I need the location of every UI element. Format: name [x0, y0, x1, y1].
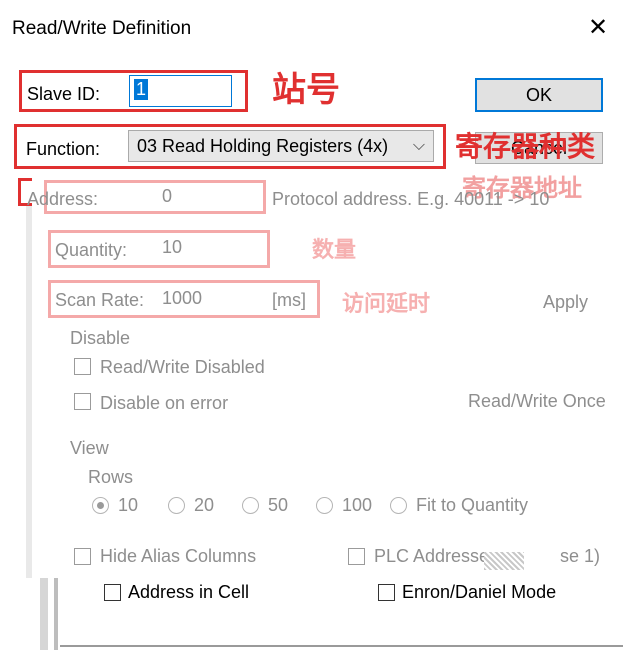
- rows-option-10: 10: [118, 495, 139, 515]
- radio-selected-dot: [97, 502, 104, 509]
- glitch-artifact: [484, 552, 524, 570]
- apply-button[interactable]: Apply: [543, 292, 588, 313]
- close-icon[interactable]: ✕: [584, 14, 612, 42]
- bottom-divider: [60, 645, 623, 647]
- ok-button[interactable]: OK: [475, 78, 603, 112]
- plc-addresses-label: PLC Addresse: [374, 546, 490, 566]
- rows-option-100: 100: [342, 495, 373, 515]
- rows-radio-50[interactable]: [242, 497, 259, 514]
- chevron-down-icon: ⌵: [412, 137, 425, 154]
- address-label: Address:: [27, 189, 99, 209]
- disable-on-error-label: Disable on error: [100, 393, 229, 413]
- panel-bottom-edge-inner: [54, 578, 58, 650]
- function-annotation: 寄存器种类: [455, 131, 596, 162]
- scan-rate-label: Scan Rate:: [55, 290, 145, 310]
- rows-radio-10[interactable]: [92, 497, 109, 514]
- scan-rate-input[interactable]: 1000: [162, 288, 202, 309]
- hide-alias-columns-checkbox[interactable]: [74, 548, 91, 565]
- disable-on-error-checkbox[interactable]: [74, 393, 91, 410]
- slave-id-input[interactable]: 1: [129, 75, 232, 107]
- panel-left-edge: [26, 206, 32, 578]
- rows-radio-fit[interactable]: [390, 497, 407, 514]
- rows-option-50: 50: [268, 495, 289, 515]
- quantity-label: Quantity:: [55, 240, 128, 260]
- view-group-label: View: [70, 438, 109, 458]
- function-label: Function:: [26, 139, 101, 159]
- enron-daniel-mode-checkbox[interactable]: [378, 584, 395, 601]
- enron-daniel-mode-label: Enron/Daniel Mode: [402, 582, 557, 602]
- function-select[interactable]: 03 Read Holding Registers (4x) ⌵: [128, 130, 434, 162]
- quantity-input[interactable]: 10: [162, 237, 182, 258]
- quantity-annotation: 数量: [312, 237, 357, 262]
- function-selected-value: 03 Read Holding Registers (4x): [137, 136, 389, 156]
- read-write-disabled-label: Read/Write Disabled: [100, 357, 265, 377]
- panel-bottom-edge: [40, 578, 48, 650]
- read-write-disabled-checkbox[interactable]: [74, 358, 91, 375]
- rows-radio-100[interactable]: [316, 497, 333, 514]
- rows-option-fit: Fit to Quantity: [416, 495, 529, 515]
- scan-rate-unit: [ms]: [272, 290, 306, 310]
- address-hint: Protocol address. E.g. 40011 -> 10: [272, 189, 550, 209]
- window-title: Read/Write Definition: [12, 18, 192, 39]
- slave-id-annotation: 站号: [272, 71, 340, 109]
- rows-option-20: 20: [194, 495, 215, 515]
- disable-group-label: Disable: [70, 328, 131, 348]
- rows-radio-20[interactable]: [168, 497, 185, 514]
- hide-alias-columns-label: Hide Alias Columns: [100, 546, 257, 566]
- plc-addresses-checkbox[interactable]: [348, 548, 365, 565]
- address-in-cell-label: Address in Cell: [128, 582, 250, 602]
- read-write-once-button[interactable]: Read/Write Once: [468, 391, 606, 412]
- slave-id-value: 1: [134, 79, 149, 100]
- address-in-cell-checkbox[interactable]: [104, 584, 121, 601]
- address-input[interactable]: 0: [162, 186, 172, 207]
- scan-rate-annotation: 访问延时: [342, 291, 431, 316]
- rows-label: Rows: [88, 467, 134, 487]
- slave-id-label: Slave ID:: [27, 84, 101, 104]
- plc-addresses-suffix: se 1): [560, 546, 601, 566]
